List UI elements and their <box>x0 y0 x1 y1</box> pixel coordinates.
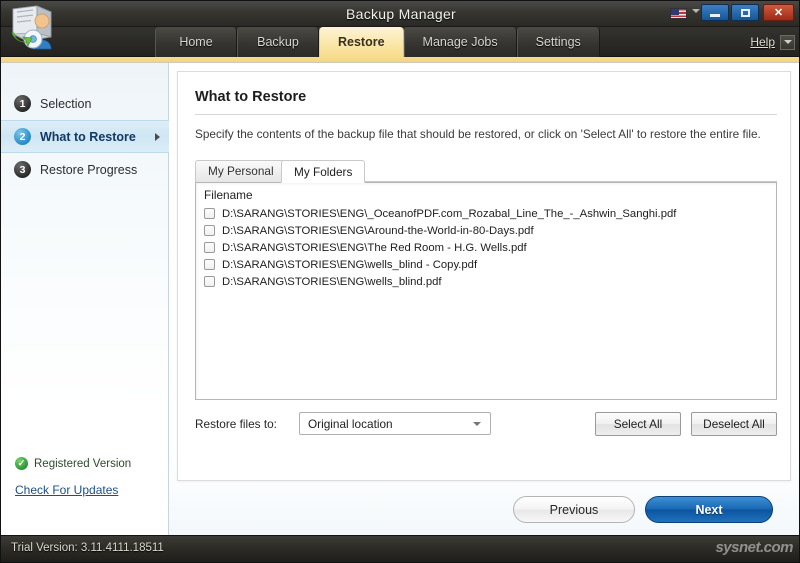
sidebar-item-selection[interactable]: 1 Selection <box>1 87 169 120</box>
status-bar: Trial Version: 3.11.4111.18511 sysnet.co… <box>1 535 799 562</box>
sidebar-item-restore-progress[interactable]: 3 Restore Progress <box>1 153 169 186</box>
file-name-label: D:\SARANG\STORIES\ENG\The Red Room - H.G… <box>222 241 527 254</box>
close-button[interactable]: ✕ <box>763 4 794 21</box>
step-number-2: 2 <box>14 128 31 145</box>
table-row[interactable]: D:\SARANG\STORIES\ENG\The Red Room - H.G… <box>196 239 776 256</box>
maximize-icon <box>740 8 750 17</box>
previous-button[interactable]: Previous <box>513 496 635 523</box>
file-name-label: D:\SARANG\STORIES\ENG\Around-the-World-i… <box>222 224 534 237</box>
table-row[interactable]: D:\SARANG\STORIES\ENG\wells_blind.pdf <box>196 273 776 290</box>
help-menu[interactable]: Help <box>750 27 795 57</box>
title-bar: Backup Manager ✕ <box>1 1 799 27</box>
backup-manager-icon <box>11 5 52 50</box>
page-description: Specify the contents of the backup file … <box>195 127 761 141</box>
minimize-icon <box>710 13 720 17</box>
registration-status: ✓ Registered Version <box>15 457 165 470</box>
language-chevron-down-icon[interactable] <box>692 9 700 13</box>
chevron-right-icon <box>155 132 160 141</box>
watermark-label: sysnet.com <box>715 539 793 556</box>
nav-tab-settings[interactable]: Settings <box>516 27 600 57</box>
nav-tab-backup[interactable]: Backup <box>237 27 319 57</box>
deselect-all-button[interactable]: Deselect All <box>691 412 777 436</box>
restore-files-to-label: Restore files to: <box>195 417 277 431</box>
table-row[interactable]: D:\SARANG\STORIES\ENG\Around-the-World-i… <box>196 222 776 239</box>
wizard-navigation: Previous Next <box>169 490 799 535</box>
file-name-label: D:\SARANG\STORIES\ENG\wells_blind.pdf <box>222 275 442 288</box>
nav-tab-home[interactable]: Home <box>155 27 237 57</box>
file-checkbox[interactable] <box>204 225 215 236</box>
nav-tab-list: Home Backup Restore Manage Jobs Settings <box>155 27 600 57</box>
content-panel: What to Restore Specify the contents of … <box>177 71 791 481</box>
next-button[interactable]: Next <box>645 496 773 523</box>
select-all-button[interactable]: Select All <box>595 412 681 436</box>
file-checkbox[interactable] <box>204 242 215 253</box>
nav-tab-manage-jobs[interactable]: Manage Jobs <box>403 27 517 57</box>
column-header-filename: Filename <box>204 188 253 202</box>
trial-version-label: Trial Version: 3.11.4111.18511 <box>11 542 164 554</box>
title-divider <box>195 114 777 115</box>
file-checkbox[interactable] <box>204 259 215 270</box>
tab-my-folders[interactable]: My Folders <box>281 160 366 183</box>
check-for-updates-link[interactable]: Check For Updates <box>15 483 165 497</box>
restore-location-select[interactable]: Original location <box>299 412 491 435</box>
page-title: What to Restore <box>195 89 307 105</box>
minimize-button[interactable] <box>701 4 729 21</box>
file-checkbox[interactable] <box>204 208 215 219</box>
step-number-3: 3 <box>14 161 31 178</box>
close-icon: ✕ <box>773 7 784 19</box>
sidebar-footer: ✓ Registered Version Check For Updates <box>15 457 165 497</box>
backup-manager-window: Backup Manager ✕ Home Backup Restore Man… <box>0 0 800 563</box>
sidebar-item-label-selection: Selection <box>40 96 92 111</box>
help-link[interactable]: Help <box>750 35 775 49</box>
main-navigation: Home Backup Restore Manage Jobs Settings… <box>1 27 799 57</box>
green-check-icon: ✓ <box>15 457 28 470</box>
file-checkbox[interactable] <box>204 276 215 287</box>
step-list: 1 Selection 2 What to Restore 3 Restore … <box>1 87 169 186</box>
sidebar-item-label-what-to-restore: What to Restore <box>40 129 136 144</box>
main-content: What to Restore Specify the contents of … <box>169 63 799 537</box>
nav-tab-restore[interactable]: Restore <box>319 27 404 57</box>
table-row[interactable]: D:\SARANG\STORIES\ENG\wells_blind - Copy… <box>196 256 776 273</box>
us-flag-icon <box>669 8 687 19</box>
help-chevron-down-icon[interactable] <box>780 34 795 50</box>
list-controls: Restore files to: Original location Sele… <box>195 412 777 438</box>
language-flag-button[interactable] <box>667 5 689 22</box>
sub-tab-strip: My Personal My Folders <box>195 160 777 183</box>
registered-version-label: Registered Version <box>34 457 132 470</box>
sidebar-item-what-to-restore[interactable]: 2 What to Restore <box>1 120 169 153</box>
maximize-button[interactable] <box>731 4 759 21</box>
sidebar: 1 Selection 2 What to Restore 3 Restore … <box>1 63 169 537</box>
step-number-1: 1 <box>14 95 31 112</box>
file-name-label: D:\SARANG\STORIES\ENG\_OceanofPDF.com_Ro… <box>222 207 677 220</box>
file-list[interactable]: Filename D:\SARANG\STORIES\ENG\_OceanofP… <box>195 182 777 400</box>
sidebar-item-label-restore-progress: Restore Progress <box>40 162 138 177</box>
restore-location-value: Original location <box>308 416 393 431</box>
tab-my-personal[interactable]: My Personal <box>195 160 287 182</box>
file-name-label: D:\SARANG\STORIES\ENG\wells_blind - Copy… <box>222 258 478 271</box>
table-row[interactable]: D:\SARANG\STORIES\ENG\_OceanofPDF.com_Ro… <box>196 205 776 222</box>
chevron-down-icon <box>473 422 481 426</box>
